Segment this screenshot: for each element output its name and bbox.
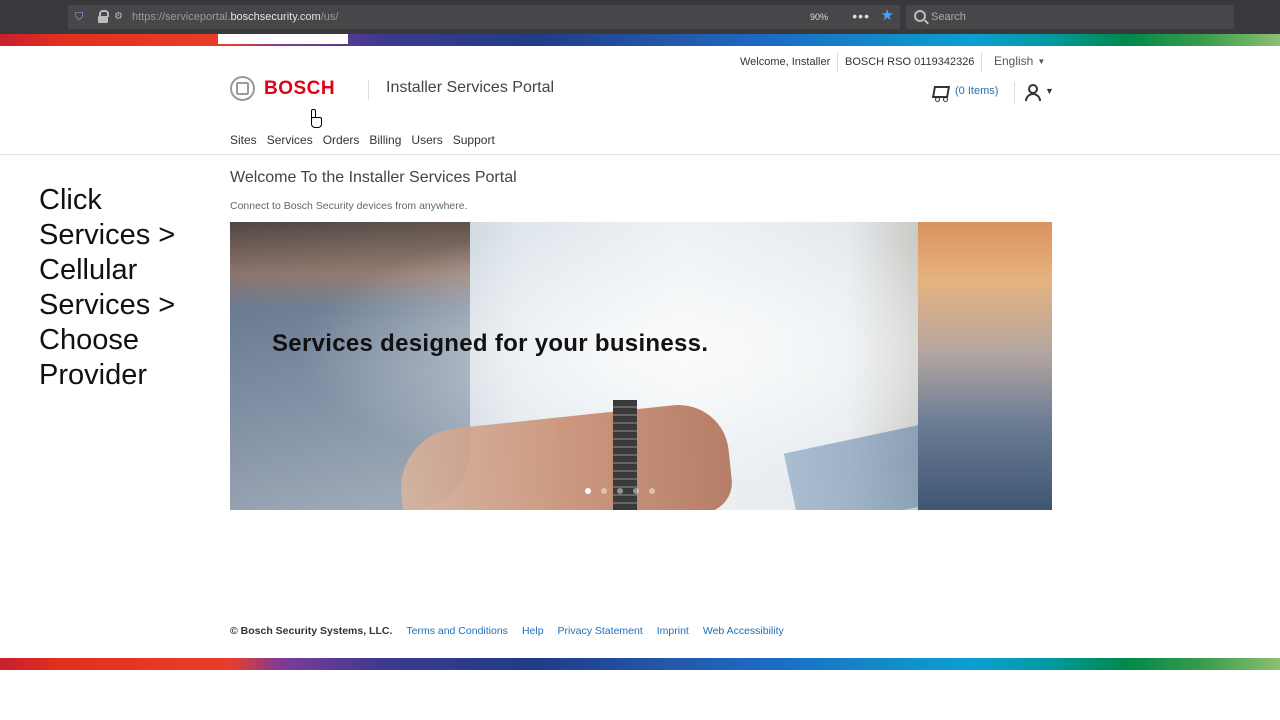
cart-icon[interactable] (930, 84, 951, 102)
footer: © Bosch Security Systems, LLC. Terms and… (230, 625, 784, 637)
caret-down-icon[interactable]: ▼ (1045, 86, 1054, 96)
nav-item-support[interactable]: Support (453, 133, 495, 147)
nav-item-orders[interactable]: Orders (323, 133, 360, 147)
url-text[interactable]: https://serviceportal.boschsecurity.com/… (132, 9, 338, 25)
instruction-line: Click (39, 184, 102, 216)
language-label: English (994, 54, 1034, 68)
search-placeholder: Search (931, 11, 966, 23)
nav-item-billing[interactable]: Billing (369, 133, 401, 147)
nav-item-users[interactable]: Users (411, 133, 442, 147)
instruction-line: Provider (39, 359, 147, 391)
carousel-indicators (585, 488, 655, 494)
carousel-dot[interactable] (601, 488, 607, 494)
portal-title: Installer Services Portal (386, 79, 555, 96)
user-icon[interactable] (1024, 84, 1041, 101)
zoom-level[interactable]: 90% (810, 9, 828, 25)
footer-link-imprint[interactable]: Imprint (657, 625, 689, 637)
instruction-text: Click Services > Cellular Services > Cho… (39, 183, 209, 393)
shield-icon[interactable]: ⛉ (75, 10, 87, 24)
divider (1014, 82, 1015, 104)
url-prefix: https://serviceportal. (132, 11, 231, 23)
page-subtitle: Connect to Bosch Security devices from a… (230, 200, 468, 212)
welcome-text: Welcome, Installer (740, 56, 831, 68)
header-divider (0, 154, 1280, 155)
footer-link-help[interactable]: Help (522, 625, 544, 637)
address-bar[interactable]: ⛉ ⚙ https://serviceportal.boschsecurity.… (68, 5, 900, 29)
url-suffix: /us/ (320, 11, 339, 23)
divider (837, 52, 838, 72)
footer-link-terms[interactable]: Terms and Conditions (406, 625, 508, 637)
footer-copyright: © Bosch Security Systems, LLC. (230, 625, 393, 637)
instruction-line: Choose (39, 324, 139, 356)
browser-toolbar: ⛉ ⚙ https://serviceportal.boschsecurity.… (0, 0, 1280, 34)
carousel-dot[interactable] (585, 488, 591, 494)
instruction-line: Services > (39, 289, 176, 321)
carousel-dot[interactable] (649, 488, 655, 494)
search-icon (914, 10, 926, 22)
browser-search-input[interactable]: Search (906, 5, 1234, 29)
instruction-line: Services > (39, 219, 176, 251)
lock-icon[interactable] (98, 10, 109, 23)
hero-carousel[interactable]: Services designed for your business. (230, 222, 1052, 510)
url-host: boschsecurity.com (230, 11, 321, 23)
hero-tagline: Services designed for your business. (272, 330, 709, 357)
page-title: Welcome To the Installer Services Portal (230, 169, 517, 186)
permissions-icon[interactable]: ⚙ (114, 10, 123, 24)
caret-down-icon: ▼ (1037, 56, 1046, 66)
logo-text: BOSCH (264, 78, 336, 99)
brand-rainbow-bar-top (0, 34, 1280, 46)
more-icon[interactable]: ••• (852, 7, 870, 25)
nav-item-sites[interactable]: Sites (230, 133, 257, 147)
footer-link-privacy[interactable]: Privacy Statement (558, 625, 643, 637)
bookmark-star-icon[interactable]: ★ (881, 7, 894, 25)
instruction-line: Cellular (39, 254, 138, 286)
carousel-dot[interactable] (633, 488, 639, 494)
hand-pointer-cursor (308, 109, 322, 129)
divider (981, 52, 982, 72)
main-nav: Sites Services Orders Billing Users Supp… (230, 133, 495, 147)
divider (368, 80, 369, 100)
rainbow-highlight (218, 34, 348, 44)
carousel-dot[interactable] (617, 488, 623, 494)
hero-image-side-panel (918, 222, 1052, 510)
bosch-logo-icon (230, 76, 255, 101)
brand-rainbow-bar-bottom (0, 658, 1280, 670)
language-select[interactable]: English ▼ (994, 54, 1045, 69)
footer-link-accessibility[interactable]: Web Accessibility (703, 625, 784, 637)
nav-item-services[interactable]: Services (267, 133, 313, 147)
cart-count-link[interactable]: (0 Items) (955, 85, 998, 97)
account-id: BOSCH RSO 0119342326 (845, 56, 975, 68)
